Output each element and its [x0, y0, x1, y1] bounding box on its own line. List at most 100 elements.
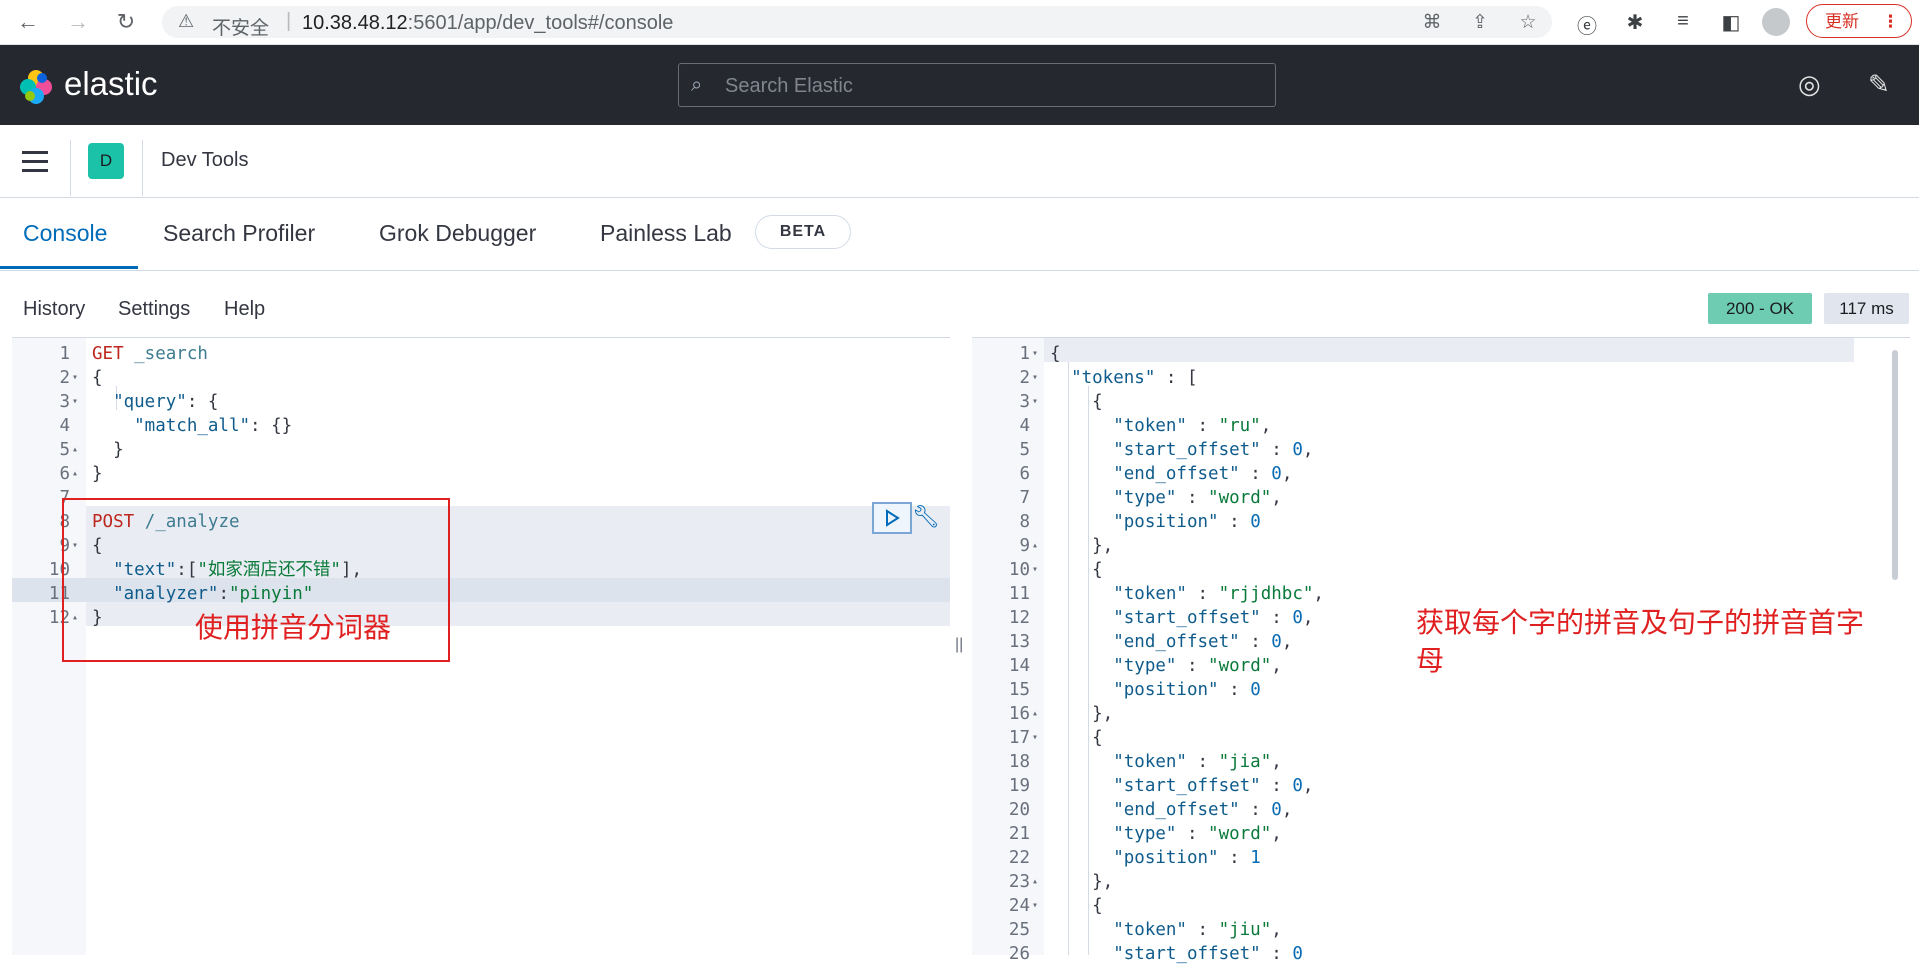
extension-e-icon[interactable]: ⓔ	[1574, 10, 1600, 39]
line-number: 7	[1019, 488, 1030, 508]
code-token: ,	[1271, 656, 1282, 676]
global-search-input[interactable]: ⌕ Search Elastic	[678, 63, 1276, 107]
line-number: 1	[59, 344, 70, 364]
tab-search-profiler[interactable]: Search Profiler	[163, 220, 315, 247]
side-panel-icon[interactable]: ◧	[1718, 10, 1744, 35]
code-line[interactable]: 24 ▾ {	[972, 894, 1910, 918]
code-text: "position" : 1	[1050, 846, 1261, 870]
fold-toggle-icon[interactable]: ▴	[1032, 534, 1038, 558]
line-number: 24	[1008, 896, 1030, 916]
code-token: ,	[1302, 440, 1314, 460]
code-text: "token" : "rjjdhbc",	[1050, 582, 1324, 606]
code-line[interactable]: 5 ▴ }	[12, 438, 950, 462]
help-link[interactable]: Help	[224, 298, 265, 321]
bookmark-star-icon[interactable]: ☆	[1516, 11, 1540, 34]
code-token: :	[1176, 824, 1209, 844]
tab-console[interactable]: Console	[23, 220, 107, 247]
line-number: 23	[1008, 872, 1030, 892]
code-line[interactable]: 21 "type" : "word",	[972, 822, 1910, 846]
code-token: "ru"	[1218, 416, 1261, 436]
code-text: "query": {	[92, 390, 218, 414]
code-line[interactable]: 20 "end_offset" : 0,	[972, 798, 1910, 822]
send-request-button[interactable]	[872, 502, 912, 534]
wrench-settings-icon[interactable]: 🔧︎	[912, 504, 940, 530]
fold-toggle-icon[interactable]: ▾	[1032, 558, 1038, 582]
fold-toggle-icon[interactable]: ▾	[1032, 366, 1038, 390]
code-line[interactable]: 11 "token" : "rjjdhbc",	[972, 582, 1910, 606]
fold-toggle-icon[interactable]: ▴	[72, 462, 78, 486]
code-token: {	[1050, 728, 1103, 748]
line-number: 6	[1019, 464, 1030, 484]
reload-icon[interactable]: ↻	[112, 8, 140, 36]
code-text: {	[92, 366, 103, 390]
fold-toggle-icon[interactable]: ▾	[1032, 390, 1038, 414]
code-token: 0	[1292, 944, 1303, 964]
settings-link[interactable]: Settings	[118, 298, 190, 321]
response-scrollbar[interactable]	[1892, 350, 1898, 580]
extensions-puzzle-icon[interactable]: ✱	[1622, 10, 1648, 35]
code-text: "position" : 0	[1050, 678, 1261, 702]
code-line[interactable]: 15 "position" : 0	[972, 678, 1910, 702]
code-line[interactable]: 4 "match_all": {}	[12, 414, 950, 438]
brand-name[interactable]: elastic	[64, 65, 158, 103]
code-text: "tokens" : [	[1050, 366, 1198, 390]
back-arrow-icon[interactable]: ←	[14, 8, 42, 36]
url-path: :5601/app/dev_tools#/console	[407, 12, 674, 34]
code-token: "word"	[1208, 656, 1272, 676]
code-line[interactable]: 3 ▾ {	[972, 390, 1910, 414]
code-text: {	[1050, 726, 1103, 750]
fold-toggle-icon[interactable]: ▾	[72, 390, 78, 414]
fold-toggle-icon[interactable]: ▴	[72, 438, 78, 462]
translate-icon[interactable]: ⌘	[1420, 11, 1444, 34]
line-number: 14	[1008, 656, 1030, 676]
code-line[interactable]: 16 ▴ },	[972, 702, 1910, 726]
code-line[interactable]: 26 "start_offset" : 0	[972, 942, 1910, 966]
code-line[interactable]: 22 "position" : 1	[972, 846, 1910, 870]
line-number: 18	[1008, 752, 1030, 772]
panel-resizer-handle[interactable]: ||	[955, 636, 963, 654]
code-line[interactable]: 23 ▴ },	[972, 870, 1910, 894]
code-line[interactable]: 3 ▾ "query": {	[12, 390, 950, 414]
code-line[interactable]: 2 ▾ {	[12, 366, 950, 390]
code-token: {	[92, 368, 103, 388]
news-feed-icon[interactable]: ✎	[1868, 69, 1890, 100]
code-token: : [	[1155, 368, 1198, 388]
code-token: :	[1186, 920, 1219, 940]
code-token: 0	[1250, 680, 1261, 700]
code-line[interactable]: 17 ▾ {	[972, 726, 1910, 750]
tab-painless-lab[interactable]: Painless Lab	[600, 220, 732, 247]
code-line[interactable]: 6 "end_offset" : 0,	[972, 462, 1910, 486]
code-line[interactable]: 4 "token" : "ru",	[972, 414, 1910, 438]
forward-arrow-icon[interactable]: →	[64, 8, 92, 36]
fold-toggle-icon[interactable]: ▴	[1032, 870, 1038, 894]
code-line[interactable]: 10 ▾ {	[972, 558, 1910, 582]
fold-toggle-icon[interactable]: ▾	[1032, 894, 1038, 918]
elastic-logo-icon[interactable]	[18, 69, 54, 105]
code-line[interactable]: 8 "position" : 0	[972, 510, 1910, 534]
code-line[interactable]: 1 ▾ {	[972, 342, 1910, 366]
fold-toggle-icon[interactable]: ▾	[1032, 726, 1038, 750]
history-link[interactable]: History	[23, 298, 85, 321]
fold-toggle-icon[interactable]: ▾	[1032, 342, 1038, 366]
space-avatar[interactable]: D	[88, 143, 124, 179]
code-line[interactable]: 25 "token" : "jiu",	[972, 918, 1910, 942]
share-icon[interactable]: ⇪	[1468, 11, 1492, 34]
code-token: : {}	[250, 416, 293, 436]
code-line[interactable]: 9 ▴ },	[972, 534, 1910, 558]
menu-hamburger-icon[interactable]	[22, 151, 48, 178]
update-button[interactable]: 更新 ⋮	[1806, 4, 1912, 38]
media-queue-icon[interactable]: ≡	[1670, 10, 1696, 33]
code-line[interactable]: 18 "token" : "jia",	[972, 750, 1910, 774]
code-line[interactable]: 6 ▴}	[12, 462, 950, 486]
help-lifebuoy-icon[interactable]: ◎	[1798, 69, 1821, 100]
code-line[interactable]: 1 GET _search	[12, 342, 950, 366]
fold-toggle-icon[interactable]: ▴	[1032, 702, 1038, 726]
code-line[interactable]: 5 "start_offset" : 0,	[972, 438, 1910, 462]
code-line[interactable]: 19 "start_offset" : 0,	[972, 774, 1910, 798]
address-bar[interactable]: ⚠ 不安全 | 10.38.48.12:5601/app/dev_tools#/…	[162, 6, 1552, 39]
fold-toggle-icon[interactable]: ▾	[72, 366, 78, 390]
tab-grok-debugger[interactable]: Grok Debugger	[379, 220, 536, 247]
profile-avatar[interactable]	[1762, 8, 1790, 36]
code-line[interactable]: 2 ▾ "tokens" : [	[972, 366, 1910, 390]
code-line[interactable]: 7 "type" : "word",	[972, 486, 1910, 510]
